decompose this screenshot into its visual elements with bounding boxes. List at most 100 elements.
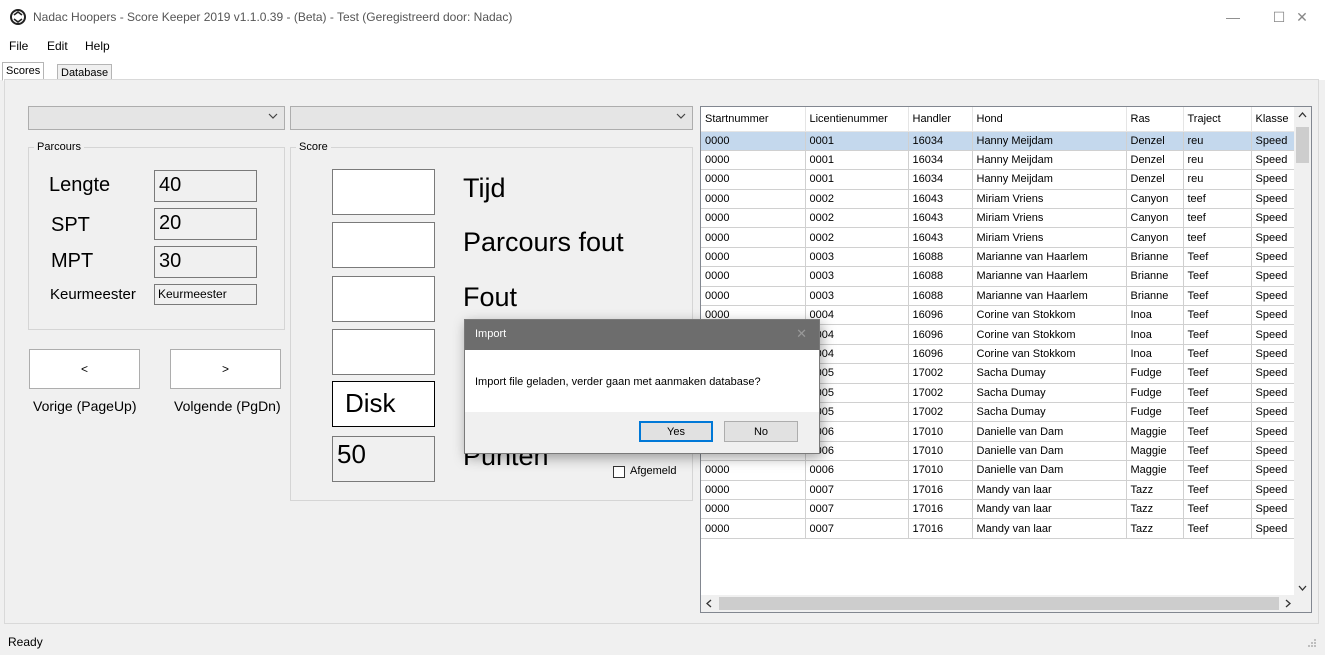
- table-cell: Tazz: [1126, 518, 1184, 539]
- event-select[interactable]: [28, 106, 285, 130]
- table-cell: Danielle van Dam: [972, 421, 1127, 442]
- table-cell: 0003: [805, 247, 909, 268]
- column-header[interactable]: Hond: [972, 107, 1127, 132]
- table-row[interactable]: 0000 0002 16043 Miriam Vriens Canyon teef Spee…: [701, 208, 1298, 229]
- table-cell: Canyon: [1126, 189, 1184, 210]
- tijd-input[interactable]: [332, 169, 435, 215]
- table-cell: 17002: [908, 363, 973, 384]
- no-button[interactable]: No: [724, 421, 798, 442]
- dialog-close-icon[interactable]: ✕: [796, 326, 807, 342]
- table-row[interactable]: 0000 0002 16043 Miriam Vriens Canyon teef Spee…: [701, 227, 1298, 248]
- table-row[interactable]: 0000 0003 16088 Marianne van Haarlem Brianne…: [701, 286, 1298, 307]
- table-cell: Denzel: [1126, 169, 1184, 190]
- yes-button[interactable]: Yes: [639, 421, 713, 442]
- chevron-right-icon[interactable]: [1283, 599, 1292, 608]
- column-header[interactable]: Handler: [908, 107, 973, 132]
- afgemeld-checkbox[interactable]: [613, 466, 625, 478]
- table-cell: 17016: [908, 518, 973, 539]
- table-row[interactable]: 0000 0001 16034 Hanny Meijdam Denzel reu Speed: [701, 169, 1298, 190]
- table-cell: Teef: [1183, 518, 1252, 539]
- dialog-title-bar: Import ✕: [465, 320, 819, 350]
- table-cell: 16043: [908, 227, 973, 248]
- table-cell: Teef: [1183, 460, 1252, 481]
- app-logo-icon: [10, 9, 26, 25]
- table-cell: Miriam Vriens: [972, 208, 1127, 229]
- app-window: Nadac Hoopers - Score Keeper 2019 v1.1.0…: [0, 0, 1325, 655]
- table-row[interactable]: 0000 0003 16088 Marianne van Haarlem Brianne…: [701, 247, 1298, 268]
- horizontal-scroll-thumb[interactable]: [719, 597, 1279, 610]
- chevron-up-icon[interactable]: [1298, 111, 1307, 120]
- table-cell: Speed: [1251, 460, 1298, 481]
- fout-input[interactable]: [332, 276, 435, 322]
- column-header[interactable]: Startnummer: [701, 107, 806, 132]
- table-cell: Teef: [1183, 499, 1252, 520]
- table-cell: 17016: [908, 499, 973, 520]
- table-row[interactable]: 0000 0007 17016 Mandy van laar Tazz Teef Speed: [701, 518, 1298, 539]
- table-row[interactable]: 0000 0003 16088 Marianne van Haarlem Brianne…: [701, 266, 1298, 287]
- keurmeester-field[interactable]: Keurmeester: [154, 284, 257, 305]
- column-header[interactable]: Licentienummer: [805, 107, 909, 132]
- spt-field[interactable]: 20: [154, 208, 257, 240]
- column-header[interactable]: Ras: [1126, 107, 1184, 132]
- table-cell: Danielle van Dam: [972, 460, 1127, 481]
- minimize-button[interactable]: —: [1210, 0, 1256, 34]
- table-cell: Corine van Stokkom: [972, 324, 1127, 345]
- spt-label: SPT: [51, 214, 90, 236]
- class-select[interactable]: [290, 106, 693, 130]
- table-row[interactable]: 0000000617010Danielle van DamMaggieTeefS…: [701, 460, 1298, 481]
- table-cell: 16096: [908, 324, 973, 345]
- dialog-message: Import file geladen, verder gaan met aan…: [475, 376, 761, 388]
- chevron-down-icon: [268, 113, 278, 119]
- weigering-input[interactable]: [332, 329, 435, 375]
- prev-label: Vorige (PageUp): [33, 398, 137, 414]
- table-cell: Speed: [1251, 441, 1298, 462]
- table-cell: 0000: [701, 247, 806, 268]
- table-cell: reu: [1183, 150, 1252, 171]
- table-cell: Teef: [1183, 286, 1252, 307]
- chevron-left-icon[interactable]: [705, 599, 714, 608]
- vertical-scrollbar[interactable]: [1294, 107, 1311, 597]
- dialog-title: Import: [475, 328, 507, 340]
- menu-edit[interactable]: Edit: [47, 39, 68, 53]
- column-header[interactable]: Klasse: [1251, 107, 1298, 132]
- lengte-field[interactable]: 40: [154, 170, 257, 202]
- table-cell: 16043: [908, 208, 973, 229]
- table-cell: 16096: [908, 344, 973, 365]
- column-header[interactable]: Traject: [1183, 107, 1252, 132]
- prev-button[interactable]: <: [29, 349, 140, 389]
- tijd-label: Tijd: [463, 173, 506, 203]
- table-cell: Corine van Stokkom: [972, 344, 1127, 365]
- table-cell: Speed: [1251, 131, 1298, 151]
- table-cell: 0002: [805, 208, 909, 229]
- table-cell: Maggie: [1126, 421, 1184, 442]
- table-cell: 0000: [701, 169, 806, 190]
- table-cell: Speed: [1251, 247, 1298, 268]
- parcours-fout-input[interactable]: [332, 222, 435, 268]
- mpt-label: MPT: [51, 250, 94, 272]
- table-cell: Inoa: [1126, 324, 1184, 345]
- menu-file[interactable]: File: [9, 39, 28, 53]
- table-cell: 0000: [701, 460, 806, 481]
- table-cell: 17010: [908, 460, 973, 481]
- dialog-body: Import file geladen, verder gaan met aan…: [465, 350, 819, 412]
- table-cell: reu: [1183, 131, 1252, 151]
- table-cell: Denzel: [1126, 131, 1184, 151]
- mpt-field[interactable]: 30: [154, 246, 257, 278]
- disk-button[interactable]: Disk: [332, 381, 435, 427]
- resize-grip-icon[interactable]: [1307, 638, 1317, 648]
- table-cell: 0002: [805, 227, 909, 248]
- chevron-down-icon[interactable]: [1298, 583, 1307, 592]
- table-cell: 16034: [908, 169, 973, 190]
- horizontal-scrollbar[interactable]: [701, 595, 1296, 612]
- table-cell: reu: [1183, 169, 1252, 190]
- menu-help[interactable]: Help: [85, 39, 110, 53]
- table-row[interactable]: 0000 0001 16034 Hanny Meijdam Denzel reu Speed: [701, 131, 1298, 151]
- vertical-scroll-thumb[interactable]: [1296, 127, 1309, 163]
- table-row[interactable]: 0000 0001 16034 Hanny Meijdam Denzel reu Speed: [701, 150, 1298, 171]
- table-row[interactable]: 0000 0007 17016 Mandy van laar Tazz Teef Speed: [701, 499, 1298, 520]
- table-cell: Maggie: [1126, 460, 1184, 481]
- close-button[interactable]: ✕: [1279, 0, 1325, 34]
- next-button[interactable]: >: [170, 349, 281, 389]
- table-row[interactable]: 0000 0007 17016 Mandy van laar Tazz Teef Speed: [701, 480, 1298, 500]
- table-row[interactable]: 0000 0002 16043 Miriam Vriens Canyon teef Spee…: [701, 189, 1298, 210]
